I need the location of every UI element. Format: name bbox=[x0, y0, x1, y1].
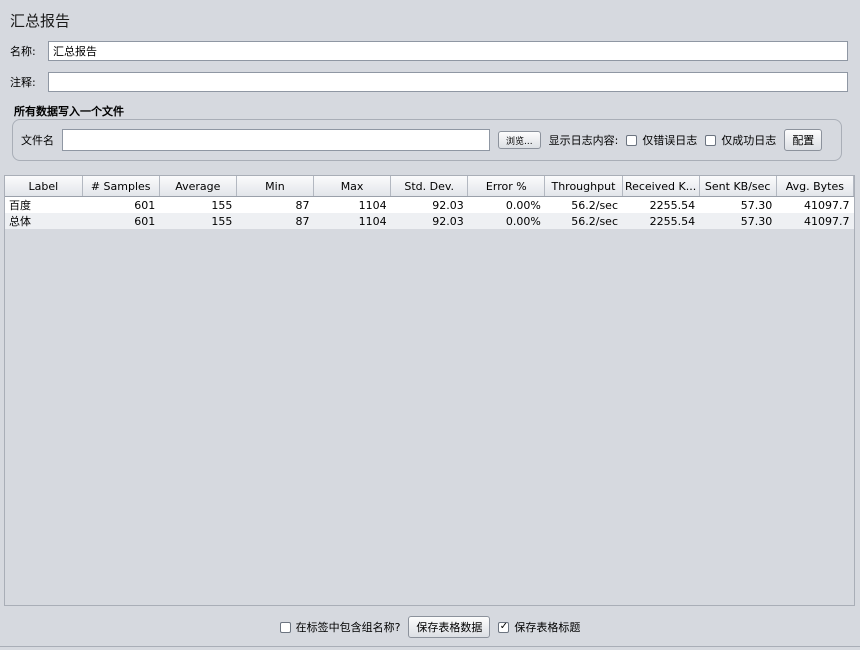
browse-button[interactable]: 浏览... bbox=[498, 131, 541, 149]
cell-average: 155 bbox=[159, 196, 237, 213]
include-group-option[interactable]: 在标签中包含组名称? bbox=[279, 619, 401, 635]
column-header-samples[interactable]: # Samples bbox=[82, 176, 160, 197]
column-header-received[interactable]: Received K... bbox=[622, 176, 700, 197]
cell-error: 0.00% bbox=[467, 196, 545, 213]
results-table-area[interactable]: Label # Samples Average Min Max Std. Dev… bbox=[4, 175, 855, 606]
errors-only-label: 仅错误日志 bbox=[642, 134, 698, 147]
name-input[interactable] bbox=[48, 41, 848, 61]
column-header-average[interactable]: Average bbox=[159, 176, 237, 197]
results-table: Label # Samples Average Min Max Std. Dev… bbox=[5, 176, 855, 229]
errors-only-option[interactable]: 仅错误日志 bbox=[626, 132, 697, 148]
column-header-max[interactable]: Max bbox=[313, 176, 392, 197]
comment-row: 注释: bbox=[6, 70, 848, 94]
file-section-title: 所有数据写入一个文件 bbox=[14, 105, 124, 118]
cell-max: 1104 bbox=[313, 196, 391, 213]
include-group-checkbox[interactable] bbox=[279, 621, 291, 633]
cell-label: 总体 bbox=[5, 213, 83, 229]
cell-avg-bytes: 41097.7 bbox=[776, 213, 854, 229]
cell-max: 1104 bbox=[313, 213, 391, 229]
filename-label: 文件名 bbox=[21, 134, 54, 147]
save-header-checkbox[interactable]: ✓ bbox=[498, 621, 510, 633]
column-header-min[interactable]: Min bbox=[236, 176, 315, 197]
config-button[interactable]: 配置 bbox=[784, 129, 823, 151]
cell-min: 87 bbox=[236, 213, 314, 229]
cell-std-dev: 92.03 bbox=[390, 213, 468, 229]
cell-received: 2255.54 bbox=[622, 196, 700, 213]
cell-sent: 57.30 bbox=[699, 196, 777, 213]
cell-average: 155 bbox=[159, 213, 237, 229]
column-header-sent[interactable]: Sent KB/sec bbox=[699, 176, 777, 197]
cell-sent: 57.30 bbox=[699, 213, 777, 229]
comment-input[interactable] bbox=[48, 72, 848, 92]
cell-throughput: 56.2/sec bbox=[544, 213, 622, 229]
column-header-throughput[interactable]: Throughput bbox=[544, 176, 623, 197]
success-only-option[interactable]: 仅成功日志 bbox=[705, 132, 776, 148]
filename-input[interactable] bbox=[62, 129, 490, 151]
save-header-label: 保存表格标题 bbox=[514, 621, 581, 634]
bottom-bar: 在标签中包含组名称? 保存表格数据 ✓ 保存表格标题 bbox=[0, 614, 860, 640]
cell-error: 0.00% bbox=[467, 213, 545, 229]
success-only-label: 仅成功日志 bbox=[721, 134, 777, 147]
cell-received: 2255.54 bbox=[622, 213, 700, 229]
cell-avg-bytes: 41097.7 bbox=[776, 196, 854, 213]
success-only-checkbox[interactable] bbox=[705, 134, 717, 146]
bottom-divider bbox=[0, 646, 860, 647]
name-row: 名称: bbox=[6, 39, 848, 63]
column-header-avg-bytes[interactable]: Avg. Bytes bbox=[776, 176, 855, 197]
log-content-label: 显示日志内容: bbox=[548, 134, 619, 147]
cell-label: 百度 bbox=[5, 196, 83, 213]
table-row[interactable]: 百度 601 155 87 1104 92.03 0.00% 56.2/sec … bbox=[5, 196, 854, 213]
column-header-error[interactable]: Error % bbox=[467, 176, 546, 197]
cell-std-dev: 92.03 bbox=[390, 196, 468, 213]
cell-throughput: 56.2/sec bbox=[544, 196, 622, 213]
cell-samples: 601 bbox=[82, 196, 160, 213]
column-header-std-dev[interactable]: Std. Dev. bbox=[390, 176, 469, 197]
save-table-data-button[interactable]: 保存表格数据 bbox=[408, 616, 491, 638]
cell-min: 87 bbox=[236, 196, 314, 213]
errors-only-checkbox[interactable] bbox=[626, 134, 638, 146]
cell-samples: 601 bbox=[82, 213, 160, 229]
include-group-label: 在标签中包含组名称? bbox=[295, 621, 401, 634]
table-row[interactable]: 总体 601 155 87 1104 92.03 0.00% 56.2/sec … bbox=[5, 213, 854, 229]
comment-label: 注释: bbox=[10, 76, 36, 89]
table-header-row: Label # Samples Average Min Max Std. Dev… bbox=[5, 176, 855, 197]
save-header-option[interactable]: ✓ 保存表格标题 bbox=[498, 619, 580, 635]
file-panel: 文件名 浏览... 显示日志内容: 仅错误日志 仅成功日志 配置 bbox=[12, 119, 842, 161]
name-label: 名称: bbox=[10, 45, 36, 58]
column-header-label[interactable]: Label bbox=[5, 176, 83, 197]
page-title: 汇总报告 bbox=[10, 12, 71, 30]
